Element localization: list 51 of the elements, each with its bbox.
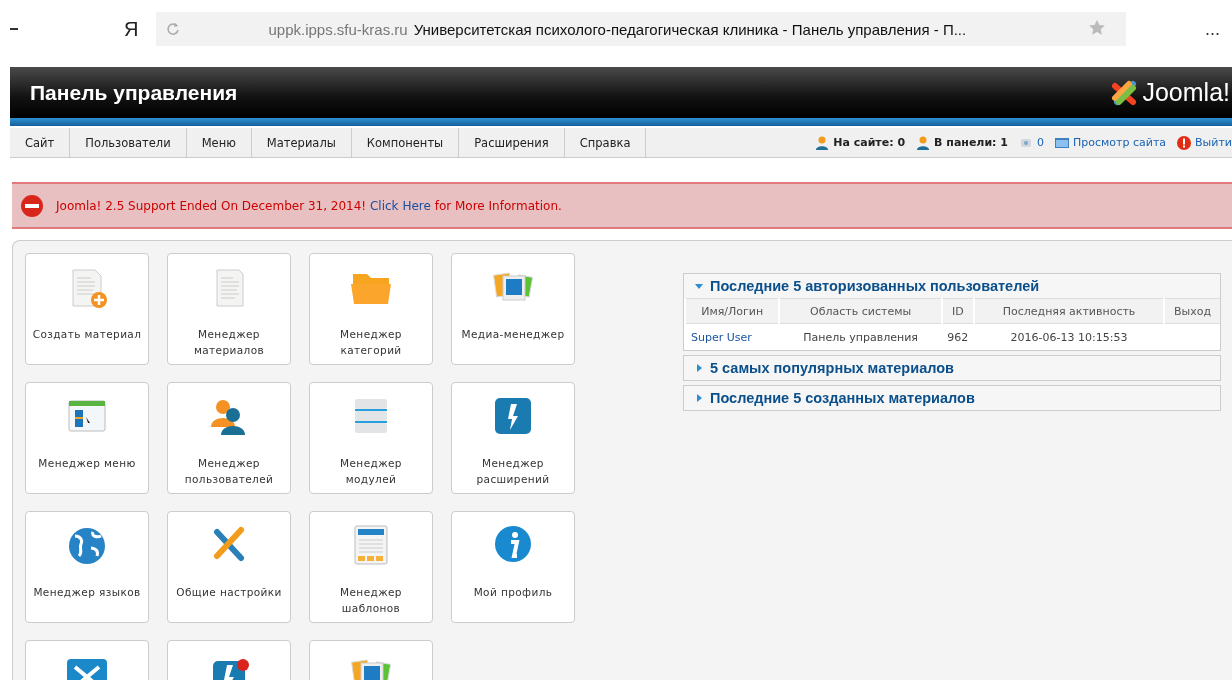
menu-item[interactable]: Сайт: [10, 128, 71, 157]
table-cell: Панель управления: [779, 323, 942, 350]
user-icon: [814, 134, 831, 151]
column-header: Имя/Логин: [685, 298, 780, 324]
column-header: ID: [941, 298, 974, 324]
status-link[interactable]: Просмотр сайта: [1073, 136, 1167, 149]
user-icon: [915, 134, 932, 151]
quick-icon-button[interactable]: Менеджер языков: [25, 511, 149, 623]
alert-message: Joomla! 2.5 Support Ended On December 31, 2014! Click Here for More Information.: [56, 198, 562, 213]
quick-icon-button[interactable]: Создать материал: [25, 253, 149, 365]
quick-icon-button[interactable]: Менеджер материалов: [167, 253, 291, 365]
quick-icon-button[interactable]: Общие настройки: [167, 511, 291, 623]
url-text: uppk.ipps.sfu-kras.ru: [268, 20, 408, 38]
status-text: 0: [1037, 136, 1044, 149]
quick-icon-button[interactable]: Менеджер пользователей: [167, 382, 291, 494]
quick-icon-button[interactable]: Менеджер меню: [25, 382, 149, 494]
menu-item[interactable]: Материалы: [251, 128, 352, 157]
quick-icon-button[interactable]: Медиа-менеджер: [451, 253, 575, 365]
caret-right-icon: [694, 393, 704, 403]
menu-item[interactable]: Расширения: [459, 128, 565, 157]
caret-down-icon: [694, 281, 704, 291]
header-title: Панель управления: [30, 80, 238, 105]
column-header: Выход: [1164, 298, 1220, 324]
quick-icon-button[interactable]: Менеджер модулей: [309, 382, 433, 494]
status-text: В панели: 1: [934, 136, 1008, 149]
table-cell: 2016-06-13 10:15:53: [973, 323, 1165, 350]
page-title: Университетская психолого-педагогическая клиника - Панель управления - П...: [413, 20, 967, 38]
menu-item[interactable]: Меню: [186, 128, 252, 157]
more-info-link[interactable]: Click Here: [369, 198, 431, 213]
star-icon[interactable]: [1088, 18, 1107, 37]
quick-icon-button[interactable]: Менеджер категорий: [309, 253, 433, 365]
browser-logo[interactable]: Я: [124, 17, 139, 41]
table-cell: 962: [941, 323, 974, 350]
more-button[interactable]: ...: [1205, 18, 1220, 40]
menu-item[interactable]: Пользователи: [70, 128, 187, 157]
exclamation-icon[interactable]: [1176, 134, 1193, 151]
status-text: На сайте: 0: [833, 136, 906, 149]
quick-icon-button[interactable]: Менеджер шаблонов: [309, 511, 433, 623]
quick-icon-button[interactable]: Менеджер расширений: [451, 382, 575, 494]
caret-right-icon: [694, 363, 704, 373]
joomla-logo-text: Joomla!: [1142, 78, 1230, 107]
quick-icon-button[interactable]: Мой профиль: [451, 511, 575, 623]
address-bar[interactable]: uppk.ipps.sfu-kras.ru Университетская психолого-педагогическая клиника - Панель управления - П...: [156, 12, 1127, 46]
reload-icon[interactable]: [166, 22, 181, 36]
status-link[interactable]: Выйти: [1195, 136, 1232, 149]
column-header: Последняя активность: [973, 298, 1165, 324]
menu-item[interactable]: Компоненты: [351, 128, 460, 157]
stop-icon: [20, 193, 44, 218]
menu-item[interactable]: Справка: [564, 128, 647, 157]
user-link[interactable]: Super User: [691, 330, 752, 344]
column-header: Область системы: [779, 298, 942, 324]
